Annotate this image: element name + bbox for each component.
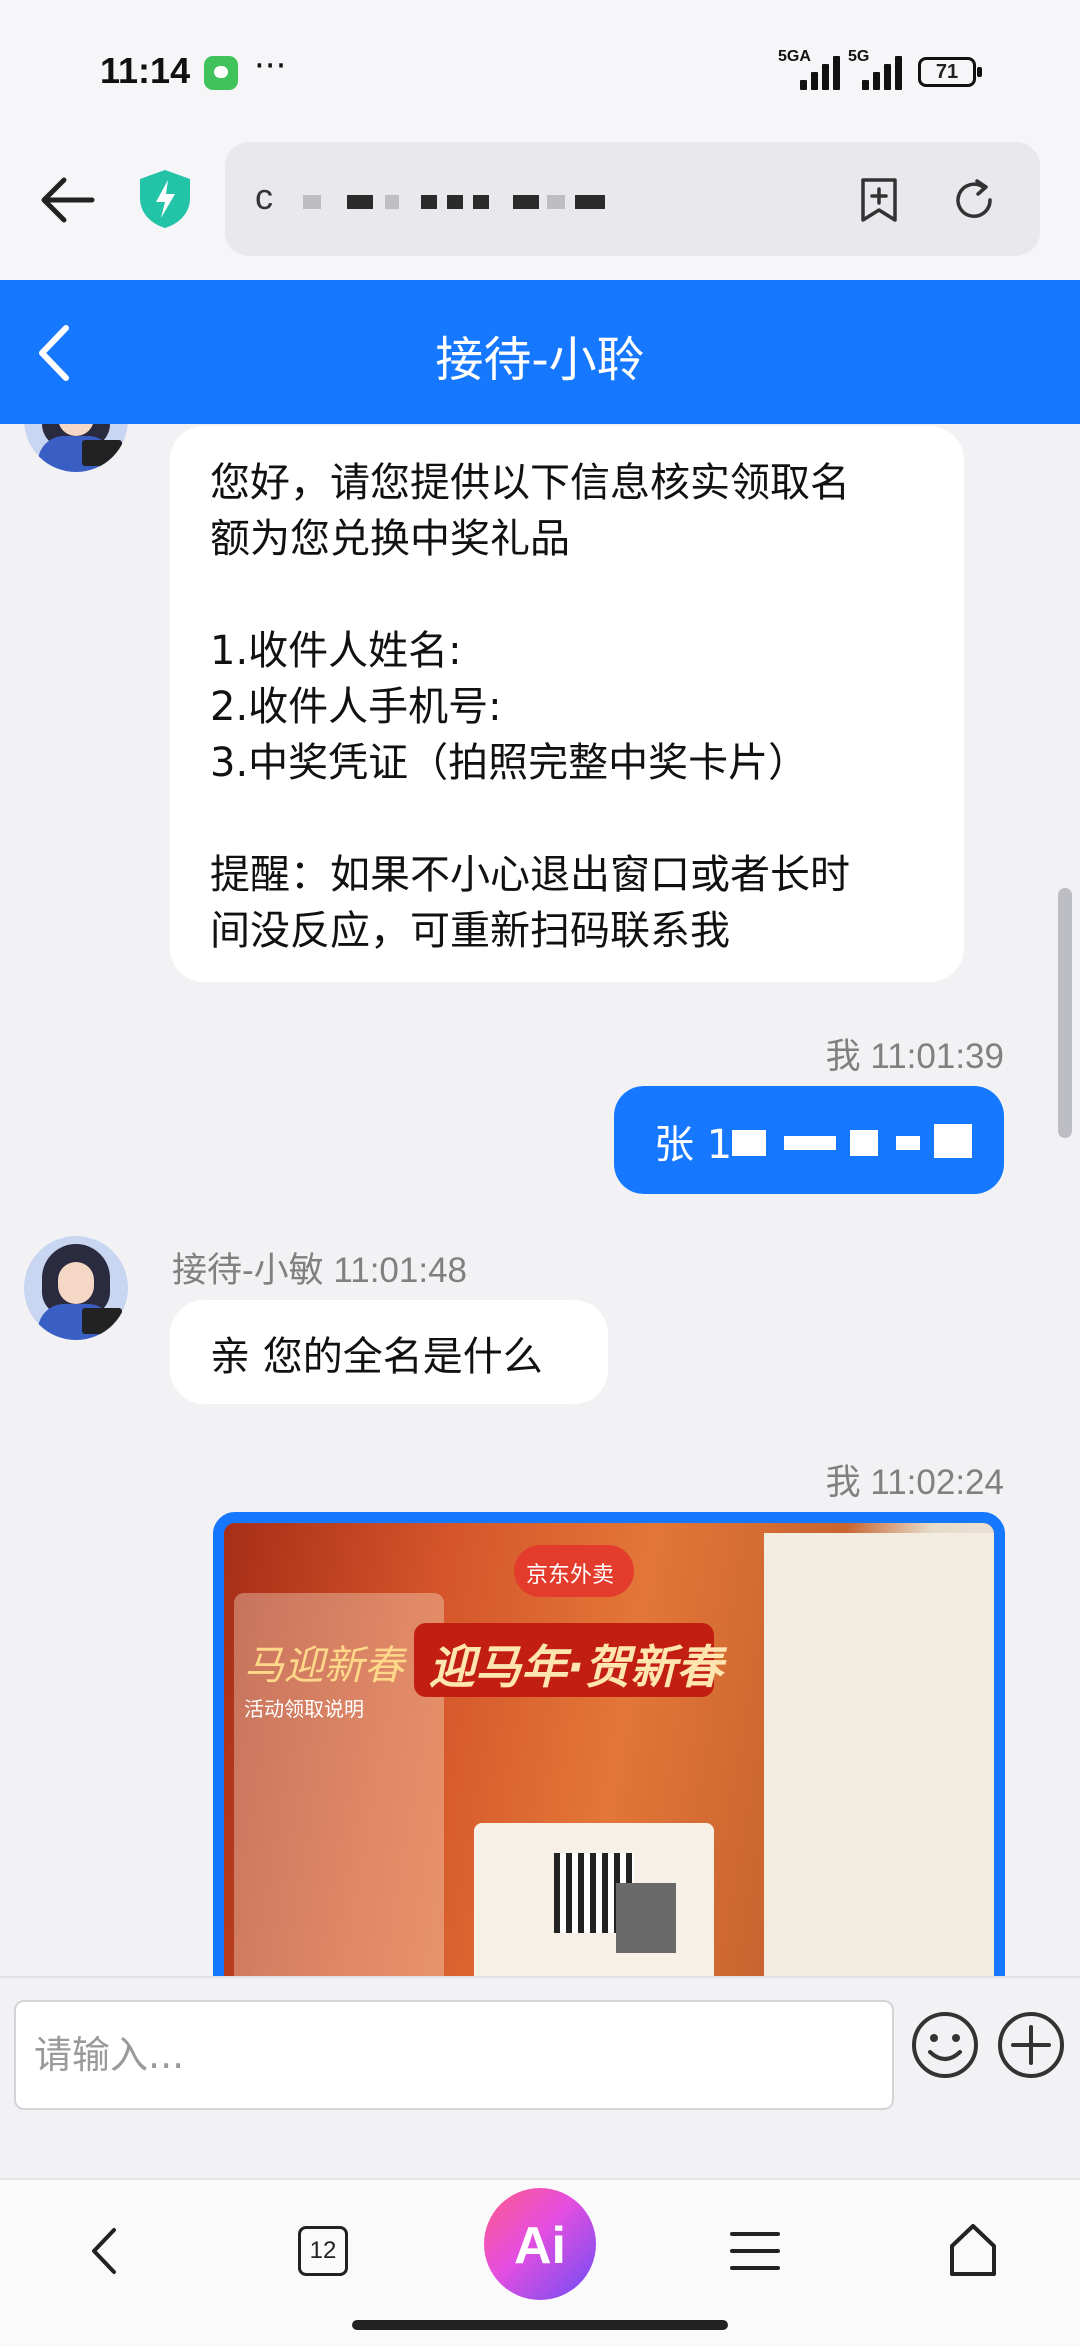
agent-avatar[interactable] [24, 1236, 128, 1340]
url-text: c [255, 176, 273, 217]
redacted-text [896, 1136, 920, 1150]
message-line: 2.收件人手机号: [210, 684, 502, 730]
url-redacted [575, 195, 605, 209]
photo-text: 迎马年·贺新春 [429, 1640, 723, 1694]
redacted-text [850, 1130, 878, 1156]
message-line: 您好，请您提供以下信息核实领取名 [210, 460, 850, 506]
chat-title: 接待-小聆 [435, 332, 645, 388]
chat-messages[interactable]: 您好，请您提供以下信息核实领取名 额为您兑换中奖礼品 1.收件人姓名: 2.收件… [0, 424, 1080, 1976]
url-redacted [473, 195, 489, 209]
url-redacted [303, 195, 321, 209]
redacted-text [732, 1130, 766, 1156]
url-redacted [347, 195, 373, 209]
menu-icon[interactable] [720, 2216, 790, 2286]
agent-avatar[interactable] [24, 424, 128, 472]
message-text: 亲 您的全名是什么 [210, 1334, 543, 1380]
my-message-bubble[interactable]: 张 1 [614, 1086, 1004, 1194]
url-redacted [513, 195, 539, 209]
message-line [210, 786, 924, 842]
status-bar: 11:14 ··· 5GA 5G 71 [0, 0, 1080, 140]
more-notifications-icon: ··· [254, 46, 287, 86]
battery-icon: 71 [918, 57, 982, 87]
message-line: 3.中奖凭证（拍照完整中奖卡片） [210, 740, 809, 786]
emoji-icon[interactable] [910, 2010, 980, 2080]
add-bookmark-icon[interactable] [855, 176, 903, 224]
photo-panel [764, 1533, 994, 1976]
image-message[interactable]: 马迎新春 活动领取说明 京东外卖 迎马年·贺新春 w0309-34 [213, 1512, 1005, 1976]
message-meta: 我 11:02:24 [825, 1463, 1004, 1502]
signal-icon-1 [800, 54, 844, 90]
redacted-area [616, 1883, 676, 1953]
redacted-text [784, 1136, 836, 1150]
security-shield-icon[interactable] [138, 168, 192, 230]
input-bar: 请输入... [0, 1976, 1080, 2178]
url-redacted [547, 195, 565, 209]
browser-toolbar: c [0, 140, 1080, 280]
signal-icon-2 [862, 54, 906, 90]
back-arrow-icon[interactable] [36, 168, 100, 232]
add-attachment-icon[interactable] [996, 2010, 1066, 2080]
home-icon[interactable] [938, 2216, 1008, 2286]
chat-header: 接待-小聆 [0, 280, 1080, 424]
agent-message-bubble[interactable]: 亲 您的全名是什么 [170, 1300, 608, 1404]
nav-back-icon[interactable] [72, 2216, 142, 2286]
reload-icon[interactable] [950, 176, 998, 224]
message-meta: 接待-小敏 11:01:48 [172, 1251, 468, 1290]
message-line: 间没反应，可重新扫码联系我 [210, 908, 730, 954]
redacted-text [934, 1124, 972, 1158]
message-text: 张 1 [654, 1122, 733, 1168]
message-line: 提醒：如果不小心退出窗口或者长时 [210, 852, 850, 898]
agent-message-bubble[interactable]: 您好，请您提供以下信息核实领取名 额为您兑换中奖礼品 1.收件人姓名: 2.收件… [170, 426, 964, 982]
tab-count: 12 [309, 2237, 337, 2264]
scrollbar[interactable] [1058, 888, 1072, 1138]
wechat-notification-icon [204, 56, 238, 90]
photo-text: 京东外卖 [526, 1563, 615, 1588]
home-indicator[interactable] [352, 2320, 728, 2330]
url-redacted [421, 195, 437, 209]
url-redacted [447, 195, 463, 209]
status-time: 11:14 [100, 50, 191, 91]
message-line [210, 562, 924, 618]
message-meta: 我 11:01:39 [825, 1037, 1004, 1076]
tabs-button[interactable]: 12 [298, 2226, 348, 2276]
url-bar[interactable]: c [225, 142, 1040, 256]
message-line: 1.收件人姓名: [210, 628, 462, 674]
message-line: 额为您兑换中奖礼品 [210, 516, 570, 562]
browser-nav-bar: 12 Ai [0, 2178, 1080, 2347]
url-redacted [385, 195, 399, 209]
photo-text: 马迎新春 [244, 1643, 404, 1689]
ai-assistant-button[interactable]: Ai [484, 2188, 596, 2300]
ai-label: Ai [514, 2217, 566, 2275]
photo-text: 活动领取说明 [244, 1697, 364, 1721]
message-input[interactable]: 请输入... [14, 2000, 894, 2110]
